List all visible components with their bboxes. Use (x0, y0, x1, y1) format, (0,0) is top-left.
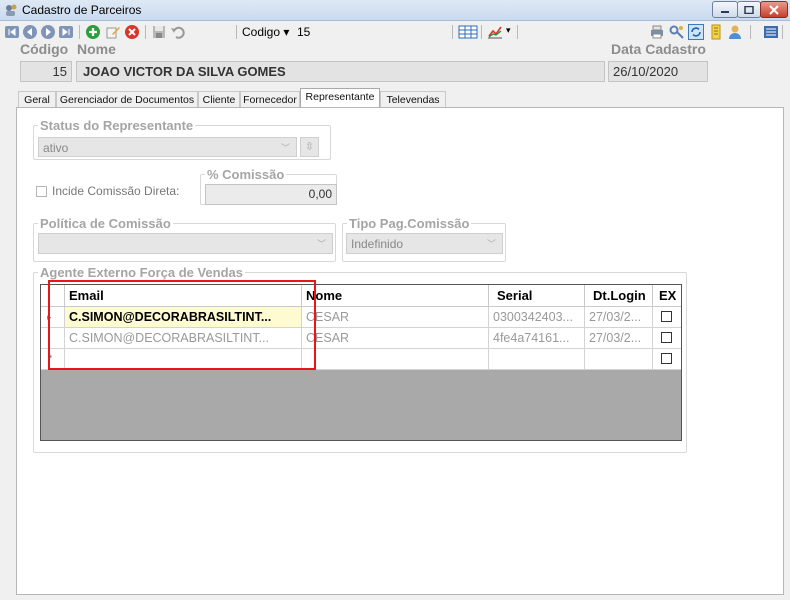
column-header-email[interactable]: Email (65, 285, 302, 307)
save-icon[interactable] (151, 24, 167, 40)
nome-label: Nome (77, 41, 116, 57)
app-icon (6, 4, 17, 16)
add-icon[interactable] (85, 24, 101, 40)
cell-nome[interactable]: CESAR (302, 328, 489, 349)
cell-nome-new[interactable] (302, 349, 489, 370)
cell-email[interactable]: C.SIMON@DECORABRASILTINT... (65, 328, 302, 349)
row-indicator (41, 328, 65, 349)
comissao-legend: % Comissão (207, 167, 285, 182)
row-indicator-icon: ▸ (41, 307, 65, 328)
first-record-icon[interactable] (4, 24, 20, 40)
last-record-icon[interactable] (58, 24, 74, 40)
window-title: Cadastro de Parceiros (22, 3, 142, 17)
tab-geral[interactable]: Geral (18, 91, 56, 107)
nome-field[interactable]: JOAO VICTOR DA SILVA GOMES (76, 61, 605, 82)
print-icon[interactable] (649, 24, 665, 40)
user-icon[interactable] (727, 24, 743, 40)
tab-cliente[interactable]: Cliente (198, 91, 240, 107)
undo-icon[interactable] (170, 24, 186, 40)
next-record-icon[interactable] (40, 24, 56, 40)
toolbar: Codigo ▾ 15 ▾ (0, 21, 790, 43)
cell-serial[interactable]: 4fe4a74161... (489, 328, 585, 349)
close-icon (769, 4, 779, 15)
title-bar[interactable]: Cadastro de Parceiros (0, 0, 790, 21)
data-cadastro-label: Data Cadastro (611, 41, 706, 57)
spin-arrows-icon: ⇳ (304, 141, 315, 153)
cell-serial[interactable]: 0300342403... (489, 307, 585, 328)
codigo-search-value[interactable]: 15 (297, 25, 310, 39)
chart-icon[interactable] (487, 24, 503, 40)
status-legend: Status do Representante (40, 118, 194, 133)
ex-checkbox[interactable] (661, 353, 672, 364)
close-button[interactable] (760, 1, 788, 18)
status-combo[interactable]: ativo ﹀ (38, 137, 297, 157)
incide-comissao-label: Incide Comissão Direta: (52, 184, 180, 198)
edit-icon[interactable] (105, 24, 121, 40)
ex-checkbox[interactable] (661, 332, 672, 343)
list-icon[interactable] (763, 24, 779, 40)
tab-fornecedor[interactable]: Fornecedor (240, 91, 300, 107)
tab-televendas[interactable]: Televendas (380, 91, 446, 107)
delete-icon[interactable] (124, 24, 140, 40)
column-header-serial[interactable]: Serial (489, 285, 585, 307)
chevron-down-icon: ﹀ (486, 239, 496, 249)
cell-ex-new (653, 349, 681, 370)
document-icon[interactable] (708, 24, 724, 40)
status-value: ativo (43, 141, 69, 155)
column-header-ex[interactable]: EX (653, 285, 681, 307)
cell-nome[interactable]: CESAR (302, 307, 489, 328)
cell-dtlogin[interactable]: 27/03/2... (585, 307, 653, 328)
row-header-corner (41, 285, 65, 307)
politica-legend: Política de Comissão (40, 216, 171, 231)
data-cadastro-field[interactable]: 26/10/2020 (608, 61, 708, 82)
tab-representante[interactable]: Representante (300, 88, 380, 108)
politica-combo[interactable]: ﹀ (38, 233, 333, 254)
column-header-dtlogin[interactable]: Dt.Login (585, 285, 653, 307)
minimize-button[interactable] (712, 1, 738, 18)
grid-view-icon[interactable] (458, 24, 478, 40)
agente-grid[interactable]: Email Nome Serial Dt.Login EX ▸ C.SIMON@… (40, 284, 682, 441)
maximize-button[interactable] (737, 1, 761, 18)
cell-serial-new[interactable] (489, 349, 585, 370)
maximize-icon (744, 5, 754, 14)
codigo-dropdown[interactable]: Codigo ▾ (242, 25, 289, 39)
cell-dtlogin[interactable]: 27/03/2... (585, 328, 653, 349)
tab-gerenciador-documentos[interactable]: Gerenciador de Documentos (56, 91, 198, 107)
tipo-pag-legend: Tipo Pag.Comissão (349, 216, 470, 231)
previous-record-icon[interactable] (22, 24, 38, 40)
cell-ex (653, 328, 681, 349)
column-header-nome[interactable]: Nome (302, 285, 489, 307)
tipo-pag-combo[interactable]: Indefinido ﹀ (346, 233, 503, 254)
chevron-down-icon: ﹀ (316, 239, 326, 249)
refresh-icon[interactable] (688, 24, 704, 40)
agente-externo-legend: Agente Externo Força de Vendas (40, 265, 244, 280)
ex-checkbox[interactable] (661, 311, 672, 322)
status-spin-button[interactable]: ⇳ (300, 137, 319, 157)
cell-ex (653, 307, 681, 328)
new-row-indicator-icon: * (41, 349, 65, 370)
key-search-icon[interactable] (669, 24, 685, 40)
chart-dropdown-icon[interactable]: ▾ (506, 25, 511, 36)
minimize-icon (721, 10, 729, 13)
codigo-label: Código (20, 41, 69, 57)
comissao-field[interactable]: 0,00 (205, 184, 337, 205)
cell-email-new[interactable] (65, 349, 302, 370)
chevron-down-icon: ﹀ (280, 143, 290, 153)
cell-email[interactable]: C.SIMON@DECORABRASILTINT... (65, 307, 302, 328)
tipo-pag-value: Indefinido (351, 237, 404, 251)
codigo-field[interactable]: 15 (20, 61, 72, 82)
incide-comissao-checkbox[interactable] (36, 186, 47, 197)
cell-dtlogin-new[interactable] (585, 349, 653, 370)
